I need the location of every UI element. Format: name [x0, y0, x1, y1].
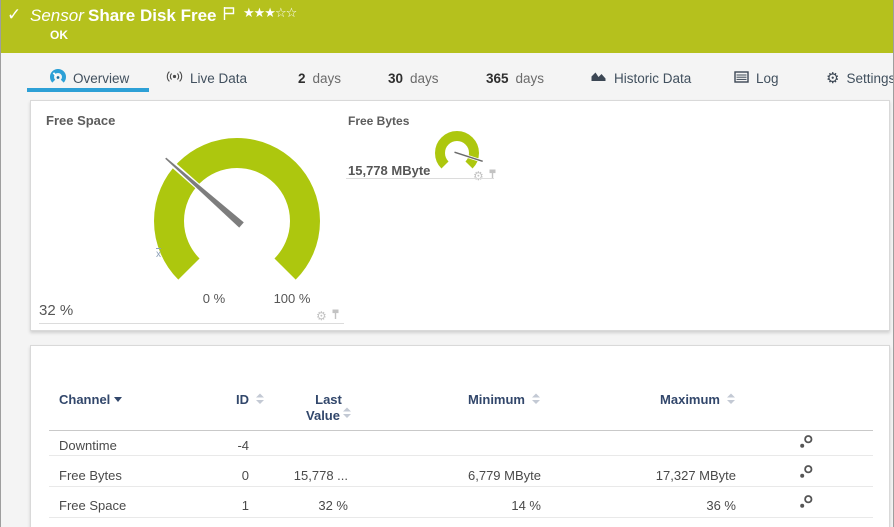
sensor-header: ✓ Sensor Share Disk Free ★★★☆☆ OK	[0, 0, 894, 53]
free-space-gauge-min-label: 0 %	[202, 291, 226, 306]
cell-id: 1	[241, 498, 249, 513]
table-header-divider	[49, 430, 873, 431]
channel-table-panel: Channel ID Last Value Minimum Maximum Do…	[30, 345, 890, 527]
sort-icon[interactable]	[532, 393, 540, 405]
prtg-sensor-page: ✓ Sensor Share Disk Free ★★★☆☆ OK Overvi…	[0, 0, 894, 527]
row-divider	[49, 455, 873, 456]
cell-last-value: 32 %	[318, 498, 348, 513]
free-space-gauge-title: Free Space	[46, 113, 116, 128]
row-divider	[49, 517, 873, 518]
tile-pin-icon[interactable]	[488, 167, 497, 185]
tile-gear-icon[interactable]: ⚙	[316, 310, 327, 322]
tab-historic-data[interactable]: Historic Data	[590, 68, 691, 88]
cell-minimum: 6,779 MByte	[468, 468, 541, 483]
cell-minimum: 14 %	[511, 498, 541, 513]
column-header-maximum[interactable]: Maximum	[636, 392, 720, 407]
tab-historic-data-label: Historic Data	[614, 70, 692, 86]
tab-settings[interactable]: ⚙ Settings	[826, 68, 894, 88]
cell-channel[interactable]: Downtime	[59, 438, 117, 453]
column-header-channel[interactable]: Channel	[59, 392, 123, 407]
column-header-id[interactable]: ID	[191, 392, 249, 407]
priority-stars[interactable]: ★★★☆☆	[243, 5, 297, 21]
sort-icon[interactable]	[727, 393, 735, 405]
gear-icon: ⚙	[826, 69, 840, 87]
column-header-last-value[interactable]: Last Value	[296, 392, 361, 423]
tab-2-days-label: days	[312, 70, 342, 86]
free-bytes-tile-icons: ⚙	[473, 167, 497, 185]
status-ok-check-icon: ✓	[7, 5, 22, 24]
cell-channel[interactable]: Free Bytes	[59, 468, 122, 483]
sort-icon	[342, 407, 351, 418]
free-space-gauge	[154, 138, 320, 280]
sensor-title: Share Disk Free	[88, 6, 217, 25]
tab-30-days[interactable]: 30 days	[388, 68, 439, 88]
channel-settings-icon[interactable]	[798, 464, 814, 480]
free-bytes-tile-underline	[346, 178, 494, 179]
cell-maximum: 36 %	[706, 498, 736, 513]
cell-maximum: 17,327 MByte	[655, 468, 736, 483]
tab-live-data-label: Live Data	[190, 70, 248, 86]
cell-channel[interactable]: Free Space	[59, 498, 126, 513]
area-chart-icon	[590, 70, 607, 86]
tile-gear-icon[interactable]: ⚙	[473, 170, 484, 182]
flag-icon[interactable]	[223, 6, 236, 26]
column-header-minimum[interactable]: Minimum	[441, 392, 525, 407]
gauge-icon	[50, 68, 66, 88]
free-space-gauge-max-label: 100 %	[273, 291, 311, 306]
cell-last-value: 15,778 ...	[293, 468, 348, 483]
free-space-gauge-value: 32 %	[39, 302, 74, 319]
tab-365-days-number: 365	[486, 70, 509, 86]
tab-live-data[interactable]: Live Data	[166, 68, 247, 88]
channel-settings-icon[interactable]	[798, 434, 814, 450]
cell-id: -4	[237, 438, 249, 453]
gauge-mean-marker: x	[156, 249, 161, 260]
sort-icon[interactable]	[256, 393, 264, 405]
tab-2-days[interactable]: 2 days	[298, 68, 341, 88]
broadcast-icon	[166, 70, 183, 86]
free-bytes-gauge-title: Free Bytes	[348, 114, 410, 128]
tab-bar: Overview Live Data 2 days 30 days 365 da…	[0, 53, 894, 100]
tab-settings-label: Settings	[846, 70, 894, 86]
free-bytes-gauge-value: 15,778 MByte	[348, 163, 431, 178]
tab-30-days-label: days	[410, 70, 439, 86]
row-divider	[49, 486, 873, 487]
channel-settings-icon[interactable]	[798, 494, 814, 510]
log-list-icon	[734, 70, 749, 86]
tab-365-days-label: days	[515, 70, 545, 86]
overview-gauges-panel: Free Space x 0 % 100 % 32 % ⚙ Free Bytes	[30, 100, 890, 331]
tab-365-days[interactable]: 365 days	[486, 68, 544, 88]
tab-overview-label: Overview	[73, 70, 130, 86]
active-tab-indicator	[27, 88, 149, 92]
free-space-tile-underline	[39, 323, 344, 324]
tab-log-label: Log	[756, 70, 779, 86]
tab-30-days-number: 30	[388, 70, 404, 86]
cell-id: 0	[241, 468, 249, 483]
sensor-status-text: OK	[50, 28, 68, 42]
tab-2-days-number: 2	[298, 70, 306, 86]
tab-overview[interactable]: Overview	[50, 68, 129, 88]
tab-log[interactable]: Log	[734, 68, 779, 88]
sort-descending-icon	[114, 397, 123, 402]
object-kind-label: Sensor	[30, 6, 84, 25]
